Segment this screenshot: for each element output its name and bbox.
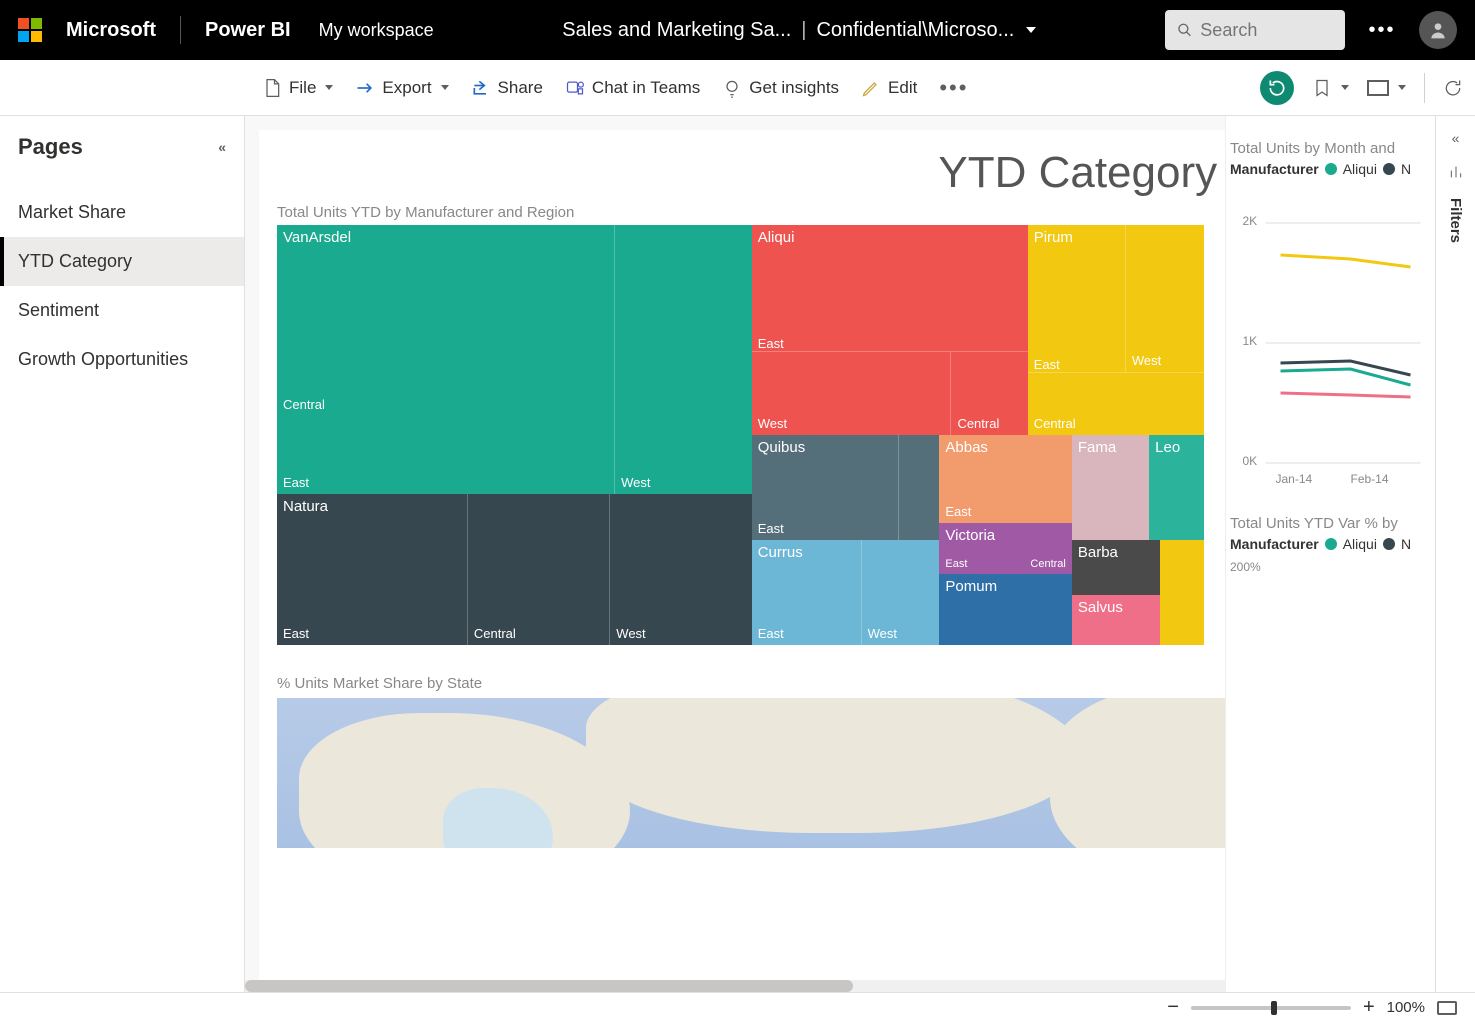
workspace-breadcrumb[interactable]: My workspace	[319, 20, 434, 41]
treemap-node-victoria: Victoria	[945, 527, 995, 544]
page-title: YTD Category Trend A	[277, 148, 1225, 198]
expand-filters-button[interactable]: «	[1452, 130, 1460, 146]
treemap-node-natura: Natura	[283, 498, 328, 515]
chevron-down-icon	[325, 85, 333, 90]
treemap-node-pomum: Pomum	[945, 578, 997, 595]
search-box[interactable]	[1165, 10, 1345, 50]
chevron-down-icon	[1026, 27, 1036, 33]
treemap-visual[interactable]: VanArsdel East West Central Natura East …	[277, 225, 1225, 645]
treemap-node-vanarsdel: VanArsdel	[283, 229, 351, 246]
page-sentiment[interactable]: Sentiment	[0, 286, 244, 335]
zoom-percent: 100%	[1387, 999, 1425, 1016]
divider	[1424, 73, 1425, 103]
account-avatar[interactable]	[1419, 11, 1457, 49]
horizontal-scrollbar[interactable]	[245, 980, 1225, 992]
treemap-node-currus: Currus	[758, 544, 803, 561]
treemap-node-barba: Barba	[1078, 544, 1118, 561]
linechart-title: Total Units by Month and	[1230, 140, 1431, 157]
rectangle-icon	[1367, 80, 1389, 96]
search-icon	[1177, 21, 1192, 39]
page-growth-opportunities[interactable]: Growth Opportunities	[0, 335, 244, 384]
global-header: Microsoft Power BI My workspace Sales an…	[0, 0, 1475, 60]
export-menu[interactable]: Export	[355, 78, 448, 98]
fit-to-page-button[interactable]	[1437, 1001, 1457, 1015]
treemap-node-abbas: Abbas	[945, 439, 988, 456]
brand-microsoft: Microsoft	[66, 19, 156, 42]
report-canvas-wrapper: YTD Category Trend A Total Units YTD by …	[245, 116, 1475, 992]
collapse-pane-button[interactable]: «	[218, 139, 226, 155]
report-canvas: YTD Category Trend A Total Units YTD by …	[259, 130, 1225, 992]
treemap-node-salvus: Salvus	[1078, 599, 1123, 616]
view-mode-menu[interactable]	[1367, 80, 1406, 96]
svg-text:0K: 0K	[1243, 454, 1258, 468]
treemap-title: Total Units YTD by Manufacturer and Regi…	[277, 204, 1225, 221]
chat-teams-button[interactable]: Chat in Teams	[565, 78, 700, 98]
overflow-menu[interactable]: •••	[939, 75, 968, 101]
file-menu[interactable]: File	[262, 78, 333, 98]
filters-label: Filters	[1447, 198, 1464, 243]
svg-text:Jan-14: Jan-14	[1276, 472, 1313, 485]
legend-dot-n	[1383, 163, 1395, 175]
main-area: Pages « Market Share YTD Category Sentim…	[0, 116, 1475, 992]
divider	[180, 16, 181, 44]
legend-dot-aliqui	[1325, 163, 1337, 175]
pages-header-label: Pages	[18, 134, 83, 160]
reset-button[interactable]	[1260, 71, 1294, 105]
get-insights-button[interactable]: Get insights	[722, 78, 839, 98]
status-bar: − + 100%	[0, 992, 1475, 1022]
zoom-out-button[interactable]: −	[1167, 996, 1179, 1019]
svg-text:1K: 1K	[1243, 334, 1258, 348]
treemap-node-fama: Fama	[1078, 439, 1116, 456]
map-title: % Units Market Share by State	[277, 675, 1225, 692]
chevron-down-icon	[441, 85, 449, 90]
microsoft-logo-icon	[18, 18, 42, 42]
svg-text:Feb-14: Feb-14	[1351, 472, 1389, 485]
var-y-tick: 200%	[1230, 560, 1431, 574]
treemap-node-pirum: Pirum	[1034, 229, 1073, 246]
command-bar-right	[1260, 60, 1463, 115]
varchart-title: Total Units YTD Var % by	[1230, 515, 1431, 532]
treemap-node-leo: Leo	[1155, 439, 1180, 456]
treemap-node-aliqui: Aliqui	[758, 229, 795, 246]
filters-pane-collapsed[interactable]: « Filters	[1435, 116, 1475, 992]
svg-text:2K: 2K	[1243, 214, 1258, 228]
chevron-down-icon	[1341, 85, 1349, 90]
page-ytd-category[interactable]: YTD Category	[0, 237, 244, 286]
treemap-node-quibus: Quibus	[758, 439, 806, 456]
sensitivity-label[interactable]: Confidential\Microso...	[816, 19, 1036, 42]
chevron-down-icon	[1398, 85, 1406, 90]
zoom-in-button[interactable]: +	[1363, 996, 1375, 1019]
command-bar: File Export Share Chat in Teams Get insi…	[0, 60, 1475, 116]
chart-icon	[1448, 164, 1464, 180]
pages-pane: Pages « Market Share YTD Category Sentim…	[0, 116, 245, 992]
right-visual-strip: Total Units by Month and Manufacturer Al…	[1225, 116, 1435, 992]
zoom-slider[interactable]	[1191, 1006, 1351, 1010]
refresh-button[interactable]	[1443, 78, 1463, 98]
more-options-button[interactable]: •••	[1363, 11, 1401, 49]
map-visual[interactable]	[277, 698, 1225, 848]
share-button[interactable]: Share	[471, 78, 543, 98]
line-chart-visual[interactable]: 2K 1K 0K Jan-14 Feb-14	[1230, 185, 1431, 485]
bookmark-menu[interactable]	[1312, 78, 1349, 98]
report-name[interactable]: Sales and Marketing Sa...	[562, 19, 791, 42]
edit-button[interactable]: Edit	[861, 78, 917, 98]
page-market-share[interactable]: Market Share	[0, 188, 244, 237]
search-input[interactable]	[1200, 20, 1333, 41]
brand-powerbi[interactable]: Power BI	[205, 19, 291, 42]
